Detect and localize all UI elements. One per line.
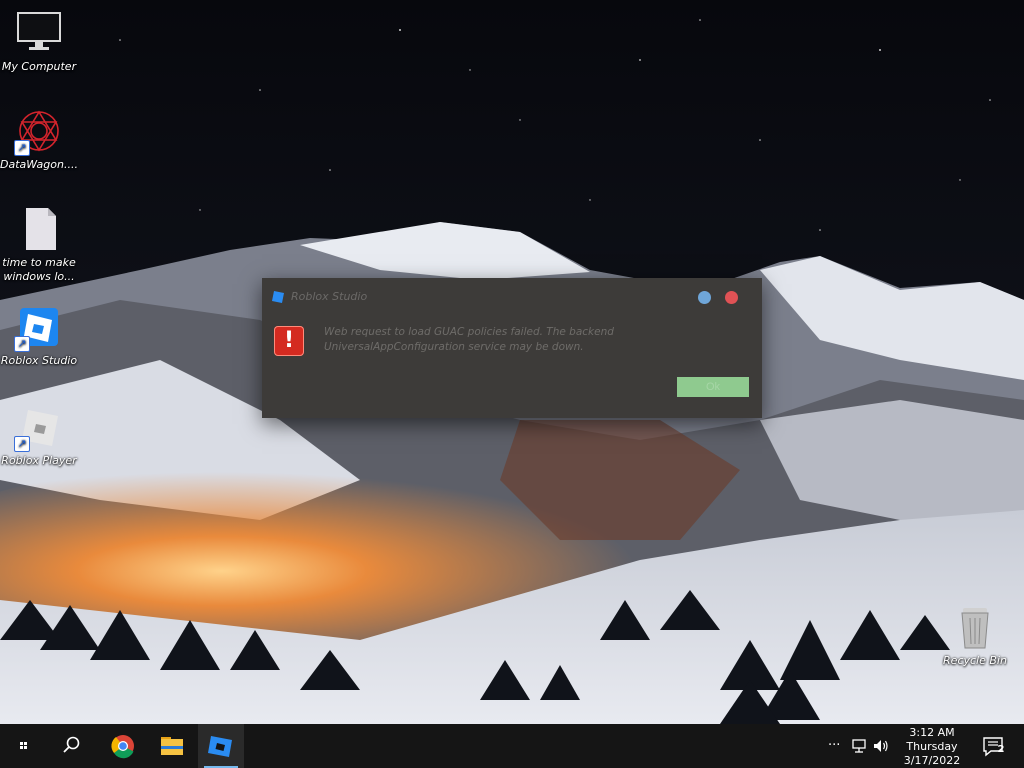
desktop-icon-roblox-studio[interactable]: ↗ Roblox Studio (0, 304, 78, 368)
desktop-icon-my-computer[interactable]: My Computer (0, 10, 78, 74)
desktop-icon-datawagon[interactable]: ↗ DataWagon.... (0, 108, 78, 172)
ok-button[interactable]: Ok (677, 377, 749, 397)
desktop-icon-label: My Computer (1, 60, 77, 73)
computer-icon (16, 10, 62, 56)
recycle-bin-icon (952, 604, 998, 650)
chrome-icon (111, 735, 134, 759)
roblox-studio-icon: ↗ (14, 304, 62, 352)
desktop-icon-recycle-bin[interactable]: Recycle Bin (936, 604, 1014, 668)
roblox-studio-icon (272, 291, 284, 303)
shortcut-arrow-icon: ↗ (14, 140, 30, 156)
roblox-studio-icon (208, 736, 232, 757)
minimize-button[interactable] (698, 291, 711, 304)
file-icon (16, 206, 62, 252)
dialog-titlebar[interactable]: Roblox Studio (262, 278, 762, 314)
error-icon: ! (274, 326, 304, 356)
desktop-icon-label: DataWagon.... (0, 158, 78, 171)
shortcut-arrow-icon: ↗ (14, 336, 30, 352)
desktop-icon-text-file[interactable]: time to make windows lo... (0, 206, 78, 284)
network-icon[interactable] (850, 738, 868, 754)
dialog-title: Roblox Studio (291, 290, 368, 303)
taskbar: ··· 3:12 AM Thursday 3/17/2022 2 (0, 724, 1024, 768)
clock-time: 3:12 AM (909, 726, 955, 739)
clock-date: 3/17/2022 (903, 754, 961, 767)
search-icon (63, 736, 80, 753)
dialog-message: Web request to load GUAC policies failed… (324, 326, 614, 353)
folder-icon (161, 737, 183, 755)
volume-icon[interactable] (872, 738, 890, 754)
desktop-icon-label: time to make windows lo... (2, 256, 76, 283)
taskbar-roblox-studio[interactable] (198, 724, 244, 768)
close-button[interactable] (725, 291, 738, 304)
taskbar-clock[interactable]: 3:12 AM Thursday 3/17/2022 (896, 726, 968, 768)
start-button[interactable] (0, 724, 46, 768)
datawagon-logo-icon: ↗ (14, 108, 62, 156)
desktop-icon-roblox-player[interactable]: ↗ Roblox Player (0, 404, 78, 468)
taskbar-chrome[interactable] (100, 724, 146, 768)
roblox-player-icon: ↗ (14, 404, 62, 452)
desktop-icon-label: Recycle Bin (943, 654, 1007, 667)
search-button[interactable] (48, 724, 94, 768)
desktop-icon-label: Roblox Studio (0, 354, 78, 367)
clock-day: Thursday (906, 740, 958, 753)
desktop-icon-label: Roblox Player (1, 454, 77, 467)
tray-overflow-button[interactable]: ··· (828, 738, 840, 753)
notification-count-badge: 2 (997, 744, 1005, 755)
taskbar-file-explorer[interactable] (149, 724, 195, 768)
shortcut-arrow-icon: ↗ (14, 436, 30, 452)
error-dialog: Roblox Studio ! Web request to load GUAC… (262, 278, 762, 418)
